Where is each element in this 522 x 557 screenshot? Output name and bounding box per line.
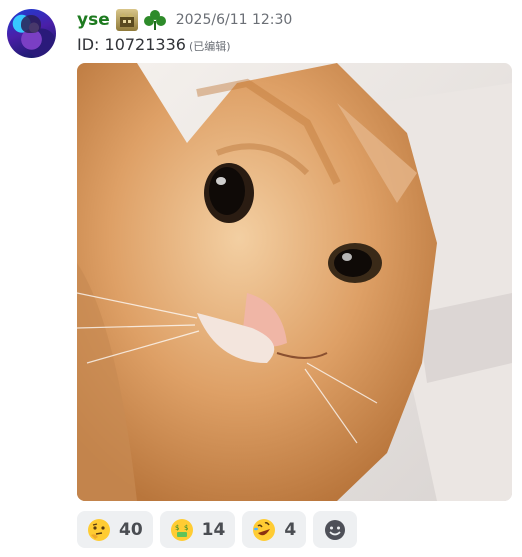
thinking-face-icon (88, 518, 110, 541)
message-text: ID: 10721336 (77, 35, 186, 54)
reaction-count: 4 (284, 519, 297, 540)
svg-text:$: $ (175, 524, 179, 532)
reaction-count: 40 (119, 519, 143, 540)
money-mouth-face-icon: $ $ (170, 518, 193, 541)
reaction-thinking[interactable]: 40 (77, 511, 153, 548)
cat-photo-illustration (77, 63, 512, 501)
message-header: yse 2025/6/11 12:30 (77, 9, 292, 31)
add-reaction-icon (325, 519, 346, 540)
user-avatar[interactable] (7, 9, 56, 58)
message-content: ID: 10721336 (已编辑) (77, 35, 231, 54)
message-timestamp: 2025/6/11 12:30 (175, 12, 293, 28)
clover-badge-icon[interactable] (142, 9, 168, 31)
edited-label: (已编辑) (188, 40, 231, 53)
username[interactable]: yse (77, 10, 110, 30)
add-reaction-button[interactable] (313, 511, 358, 548)
rolling-on-floor-laughing-icon (253, 518, 276, 541)
reactions-bar: 40 $ $ 14 4 (77, 511, 358, 548)
reaction-count: 14 (201, 519, 226, 540)
reaction-rofl[interactable]: 4 (242, 511, 307, 548)
attachment-image[interactable] (77, 63, 512, 501)
crown-badge-icon[interactable] (115, 9, 138, 31)
svg-text:$: $ (184, 524, 188, 532)
reaction-money-mouth[interactable]: $ $ 14 (159, 511, 236, 548)
